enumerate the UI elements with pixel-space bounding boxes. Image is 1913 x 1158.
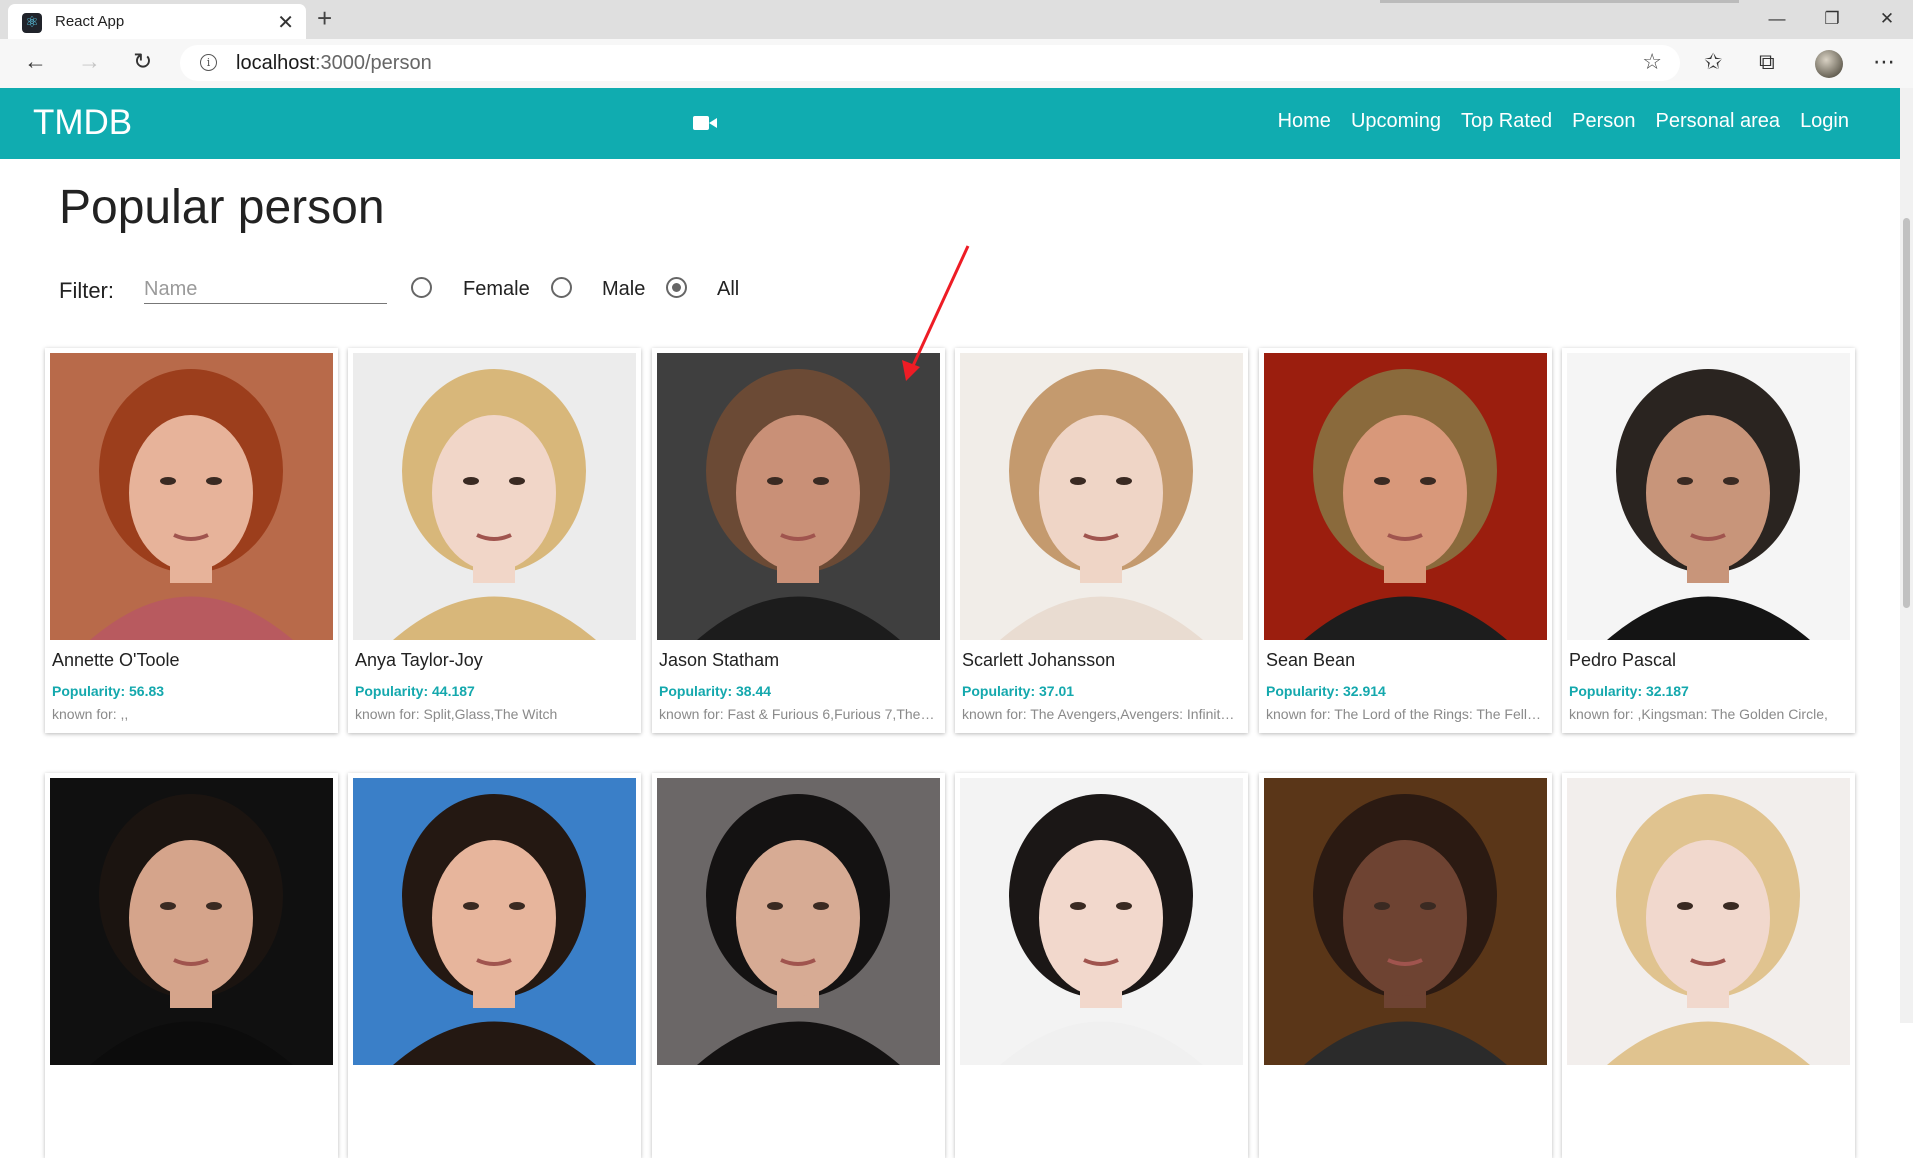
female-radio-label[interactable]: Female: [463, 278, 530, 301]
all-radio-label[interactable]: All: [717, 278, 739, 301]
close-window-button[interactable]: ✕: [1862, 2, 1912, 36]
nav-links: Home Upcoming Top Rated Person Personal …: [1278, 110, 1849, 133]
new-tab-button[interactable]: +: [317, 3, 332, 34]
url-field[interactable]: i localhost:3000/person ☆: [180, 45, 1680, 81]
person-card[interactable]: [348, 773, 641, 1158]
person-known-for: known for: ,Kingsman: The Golden Circle,: [1569, 706, 1828, 722]
person-card[interactable]: [955, 773, 1248, 1158]
person-popularity: Popularity: 56.83: [52, 683, 165, 699]
app-root: TMDB Home Upcoming Top Rated Person Pers…: [0, 88, 1900, 1158]
person-card[interactable]: Scarlett Johansson Popularity: 37.01 known…: [955, 348, 1248, 733]
person-popularity: Popularity: 44.187: [355, 683, 475, 699]
person-card[interactable]: [1562, 773, 1855, 1158]
site-info-icon[interactable]: i: [200, 54, 217, 71]
browser-tab[interactable]: ⚛ React App ✕: [8, 4, 306, 39]
person-known-for: known for: Fast & Furious 6,Furious 7,Th…: [659, 706, 937, 722]
more-menu-icon[interactable]: ⋯: [1873, 49, 1896, 75]
person-card[interactable]: [45, 773, 338, 1158]
person-card[interactable]: Pedro Pascal Popularity: 32.187 known for:…: [1562, 348, 1855, 733]
person-popularity: Popularity: 32.914: [1266, 683, 1386, 699]
forward-arrow-icon[interactable]: →: [78, 48, 101, 75]
person-photo[interactable]: [1567, 778, 1850, 1065]
person-name[interactable]: Annette O'Toole: [52, 650, 180, 671]
tab-title: React App: [55, 13, 125, 30]
filter-label: Filter:: [59, 278, 114, 303]
titlebar-divider: [1380, 0, 1739, 3]
video-camera-icon: [693, 116, 717, 130]
person-name[interactable]: Jason Statham: [659, 650, 779, 671]
person-card[interactable]: [652, 773, 945, 1158]
male-radio[interactable]: [551, 277, 572, 298]
female-radio[interactable]: [411, 277, 432, 298]
person-photo[interactable]: [657, 353, 940, 640]
minimize-button[interactable]: —: [1752, 2, 1802, 36]
url-host: localhost: [236, 52, 315, 74]
nav-link-personal-area[interactable]: Personal area: [1656, 110, 1781, 133]
address-bar: ← → ↻ i localhost:3000/person ☆ ✩ ⧉ ⋯: [0, 39, 1913, 89]
person-name[interactable]: Sean Bean: [1266, 650, 1355, 671]
person-photo[interactable]: [1264, 353, 1547, 640]
url-text: localhost:3000/person: [236, 52, 432, 75]
person-name[interactable]: Scarlett Johansson: [962, 650, 1115, 671]
person-popularity: Popularity: 32.187: [1569, 683, 1689, 699]
url-path: :3000/person: [314, 52, 432, 74]
person-card[interactable]: Anya Taylor-Joy Popularity: 44.187 known f…: [348, 348, 641, 733]
nav-link-upcoming[interactable]: Upcoming: [1351, 110, 1441, 133]
favorites-list-icon[interactable]: ✩: [1704, 49, 1722, 75]
profile-avatar[interactable]: [1815, 50, 1843, 78]
nav-link-login[interactable]: Login: [1800, 110, 1849, 133]
person-known-for: known for: The Lord of the Rings: The Fe…: [1266, 706, 1544, 722]
top-navbar: TMDB Home Upcoming Top Rated Person Pers…: [0, 88, 1900, 159]
page-title: Popular person: [59, 181, 385, 234]
person-popularity: Popularity: 38.44: [659, 683, 772, 699]
person-photo[interactable]: [960, 353, 1243, 640]
person-photo[interactable]: [353, 778, 636, 1065]
name-filter-input[interactable]: [144, 275, 387, 304]
browser-tab-strip: ⚛ React App ✕ + — ❐ ✕: [0, 0, 1913, 39]
person-card[interactable]: [1259, 773, 1552, 1158]
tab-close-icon[interactable]: ✕: [277, 10, 294, 35]
react-favicon-icon: ⚛: [22, 13, 42, 33]
person-photo[interactable]: [657, 778, 940, 1065]
person-card[interactable]: Jason Statham Popularity: 38.44 known for:…: [652, 348, 945, 733]
person-name[interactable]: Anya Taylor-Joy: [355, 650, 483, 671]
male-radio-label[interactable]: Male: [602, 278, 645, 301]
all-radio[interactable]: [666, 277, 687, 298]
person-photo[interactable]: [1567, 353, 1850, 640]
collections-icon[interactable]: ⧉: [1759, 49, 1775, 75]
scrollbar-thumb[interactable]: [1903, 218, 1910, 608]
person-card[interactable]: Annette O'Toole Popularity: 56.83 known fo…: [45, 348, 338, 733]
nav-link-person[interactable]: Person: [1572, 110, 1635, 133]
person-known-for: known for: Split,Glass,The Witch: [355, 706, 558, 722]
person-photo[interactable]: [1264, 778, 1547, 1065]
brand-logo[interactable]: TMDB: [33, 103, 132, 143]
nav-link-top-rated[interactable]: Top Rated: [1461, 110, 1552, 133]
person-photo[interactable]: [353, 353, 636, 640]
person-known-for: known for: The Avengers,Avengers: Infini…: [962, 706, 1240, 722]
person-popularity: Popularity: 37.01: [962, 683, 1075, 699]
back-arrow-icon[interactable]: ←: [24, 48, 47, 75]
favorite-star-icon[interactable]: ☆: [1642, 49, 1662, 75]
nav-link-home[interactable]: Home: [1278, 110, 1331, 133]
person-photo[interactable]: [960, 778, 1243, 1065]
person-known-for: known for: ,,: [52, 706, 129, 722]
page-scrollbar[interactable]: [1900, 88, 1913, 1023]
reload-icon[interactable]: ↻: [133, 48, 152, 75]
person-name[interactable]: Pedro Pascal: [1569, 650, 1676, 671]
restore-button[interactable]: ❐: [1807, 2, 1857, 36]
person-photo[interactable]: [50, 353, 333, 640]
person-photo[interactable]: [50, 778, 333, 1065]
person-card[interactable]: Sean Bean Popularity: 32.914 known for: Th…: [1259, 348, 1552, 733]
